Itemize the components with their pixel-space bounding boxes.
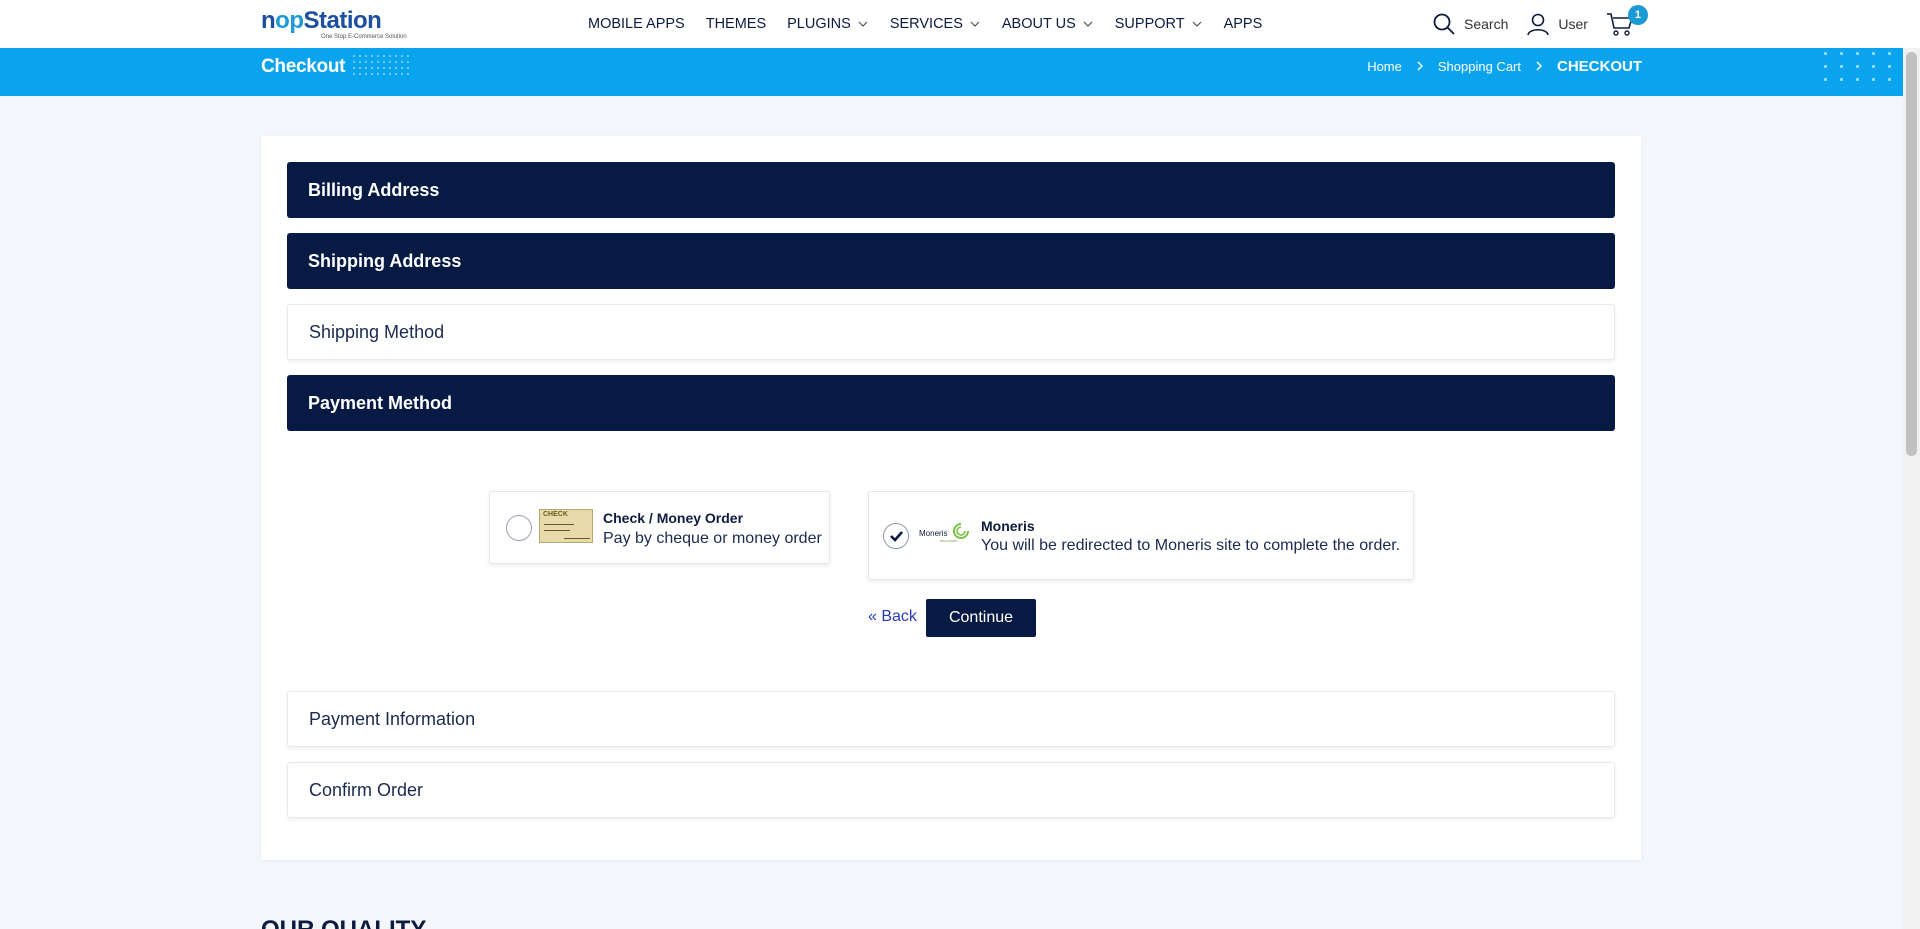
chevron-right-icon: [1536, 61, 1542, 71]
nav-support[interactable]: SUPPORT: [1115, 16, 1203, 32]
moneris-swirl-icon: [953, 523, 969, 539]
top-navigation-bar: nopStation One Stop E-Commerce Solution …: [0, 0, 1920, 48]
chevron-right-icon: [1417, 61, 1423, 71]
step-confirm-order[interactable]: Confirm Order: [287, 762, 1615, 818]
moneris-radio[interactable]: [883, 523, 909, 549]
step-shipping-address[interactable]: Shipping Address: [287, 233, 1615, 289]
nav-mobile-apps[interactable]: MOBILE APPS: [588, 16, 685, 32]
search-icon: [1433, 13, 1455, 35]
user-button[interactable]: User: [1526, 12, 1588, 36]
step-billing-address[interactable]: Billing Address: [287, 162, 1615, 218]
check-mark-icon: [890, 531, 903, 542]
nopstation-logo[interactable]: nopStation One Stop E-Commerce Solution: [261, 8, 407, 41]
checkout-card: Billing Address Shipping Address Shippin…: [261, 136, 1641, 860]
search-button[interactable]: Search: [1432, 12, 1508, 36]
page-banner: Checkout Home Shopping Cart CHECKOUT: [0, 48, 1903, 96]
continue-button[interactable]: Continue: [926, 599, 1036, 637]
payment-option-check[interactable]: CHECK Check / Money Order Pay by cheque …: [489, 491, 830, 564]
nav-about-us[interactable]: ABOUT US: [1002, 16, 1094, 32]
step-payment-information[interactable]: Payment Information: [287, 691, 1615, 747]
nav-themes[interactable]: THEMES: [706, 16, 766, 32]
breadcrumb-shopping-cart[interactable]: Shopping Cart: [1438, 59, 1521, 74]
step-payment-method[interactable]: Payment Method: [287, 375, 1615, 431]
chevron-down-icon: [1083, 21, 1093, 27]
main-nav: MOBILE APPS THEMES PLUGINS SERVICES ABOU…: [588, 0, 1262, 48]
check-radio[interactable]: [506, 515, 532, 541]
header-tools: Search User 1: [1432, 0, 1648, 48]
cart-button[interactable]: 1: [1606, 5, 1648, 37]
step-shipping-method[interactable]: Shipping Method: [287, 304, 1615, 360]
check-logo: CHECK: [539, 509, 593, 543]
logo-tagline: One Stop E-Commerce Solution: [321, 34, 407, 40]
chevron-down-icon: [970, 21, 980, 27]
breadcrumb: Home Shopping Cart CHECKOUT: [1367, 48, 1642, 84]
scrollbar-thumb[interactable]: [1906, 52, 1917, 456]
page-scrollbar[interactable]: [1903, 48, 1920, 929]
payment-option-moneris[interactable]: Moneris SOLUTIONS Moneris You will be re…: [868, 491, 1414, 580]
page-title: Checkout: [261, 56, 346, 77]
user-icon: [1527, 13, 1550, 36]
back-link[interactable]: « Back: [868, 608, 917, 626]
nav-apps[interactable]: APPS: [1224, 16, 1263, 32]
decorative-dots: [353, 55, 409, 75]
nav-services[interactable]: SERVICES: [890, 16, 981, 32]
chevron-down-icon: [1192, 21, 1202, 27]
nav-plugins[interactable]: PLUGINS: [787, 16, 869, 32]
breadcrumb-home[interactable]: Home: [1367, 59, 1402, 74]
chevron-down-icon: [858, 21, 868, 27]
cart-count-badge: 1: [1627, 5, 1648, 25]
moneris-logo: Moneris SOLUTIONS: [919, 520, 971, 548]
section-heading: OUR QUALITY: [261, 916, 426, 929]
breadcrumb-current: CHECKOUT: [1557, 57, 1642, 75]
decorative-dots: [1824, 52, 1891, 81]
